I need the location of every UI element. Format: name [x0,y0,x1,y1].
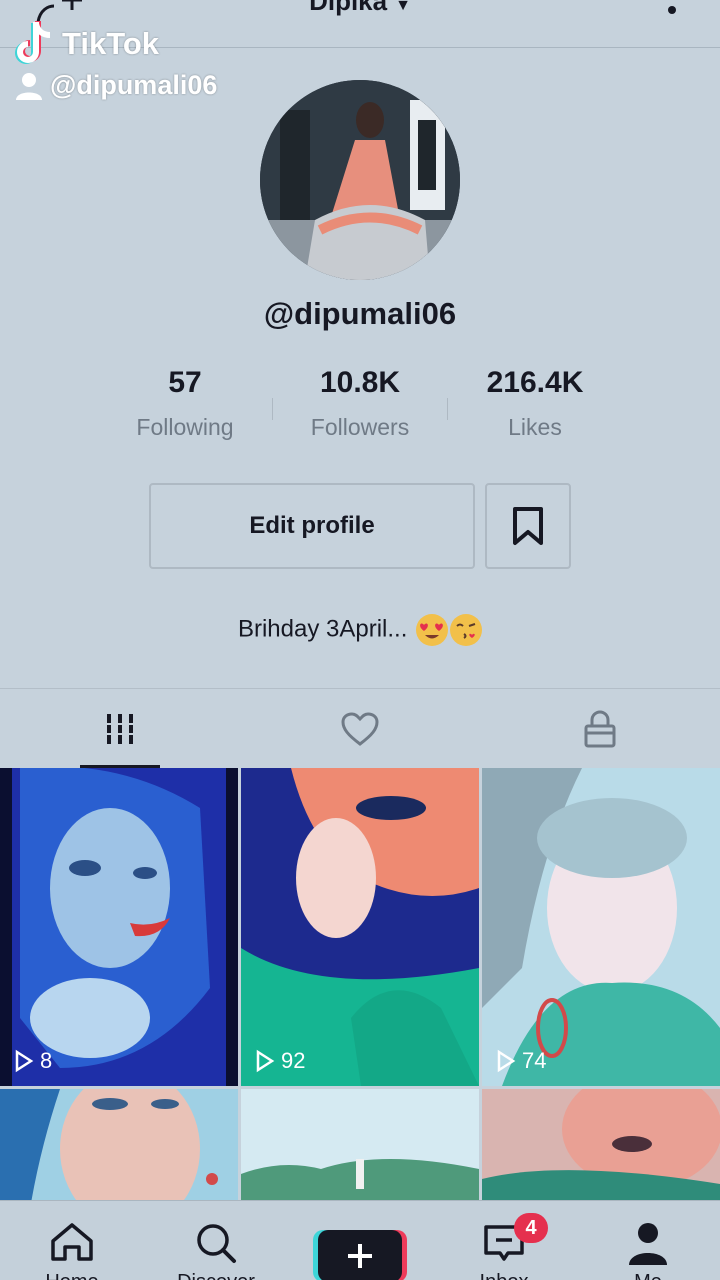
search-icon [197,1224,236,1263]
bio-text: Brihday 3April... [237,615,415,643]
followers-count: 10.8K [319,366,401,399]
watermark-brand: TikTok [62,26,160,61]
chevron-down-icon: ▼ [395,0,411,14]
heart-eyes-emoji-icon [416,614,449,646]
tab-liked[interactable] [240,689,480,769]
tab-private[interactable] [480,689,720,769]
likes-count: 216.4K [486,366,584,399]
profile-bio: Brihday 3April... [0,614,720,646]
header-title[interactable]: Dipika ▼ [0,0,720,17]
header-title-text: Dipika [309,0,388,16]
content-tabs [0,688,720,769]
heart-icon [341,712,379,746]
followers-label: Followers [310,414,410,440]
home-icon [51,1223,93,1261]
tab-videos[interactable] [0,689,240,769]
video-thumbnail[interactable] [482,1089,720,1200]
view-count: 8 [14,1048,52,1074]
stat-followers[interactable]: 10.8K Followers [275,366,445,441]
view-count-value: 74 [522,1048,547,1073]
profile-icon [629,1223,667,1265]
bottom-navigation: Home Discover Inbox Me [0,1200,720,1280]
video-thumbnail[interactable]: 74 [482,768,720,1086]
nav-discover-label: Discover [144,1271,288,1280]
video-thumbnail[interactable]: 8 [0,768,238,1086]
nav-inbox[interactable]: Inbox [432,1201,576,1280]
bookmark-button[interactable] [485,483,571,569]
tiktok-watermark: TikTok @dipumali06 [14,20,217,101]
following-label: Following [136,414,234,440]
kiss-emoji-icon [450,614,483,646]
lock-icon [584,710,616,748]
video-grid: 8 92 74 [0,768,720,1200]
edit-profile-button[interactable]: Edit profile [149,483,475,569]
stat-following[interactable]: 57 Following [100,366,270,441]
nav-me-label: Me [576,1271,720,1280]
profile-username: @dipumali06 [263,296,457,331]
videos-grid-icon [105,714,135,744]
nav-home-label: Home [0,1271,144,1280]
play-icon [497,1049,516,1073]
view-count-value: 8 [40,1048,53,1073]
nav-inbox-label: Inbox [432,1271,576,1280]
stat-divider [447,398,448,420]
view-count: 74 [496,1048,546,1074]
plus-icon [348,1244,372,1268]
nav-me[interactable]: Me [576,1201,720,1280]
user-icon [16,72,42,100]
more-icon[interactable] [668,6,676,14]
inbox-badge: 4 [514,1213,548,1243]
stat-divider [272,398,273,420]
bookmark-icon [513,507,543,545]
view-count-value: 92 [281,1048,306,1073]
avatar[interactable] [260,80,460,280]
view-count: 92 [255,1048,305,1074]
watermark-handle: @dipumali06 [50,70,218,100]
video-thumbnail[interactable] [241,1089,479,1200]
video-thumbnail[interactable] [0,1089,238,1200]
nav-discover[interactable]: Discover [144,1201,288,1280]
tiktok-logo-icon [15,21,51,64]
play-icon [15,1049,34,1073]
video-thumbnail[interactable]: 92 [241,768,479,1086]
stat-likes[interactable]: 216.4K Likes [450,366,620,441]
nav-home[interactable]: Home [0,1201,144,1280]
play-icon [256,1049,275,1073]
following-count: 57 [168,366,202,399]
likes-label: Likes [508,414,562,440]
create-video-button[interactable] [318,1230,402,1280]
